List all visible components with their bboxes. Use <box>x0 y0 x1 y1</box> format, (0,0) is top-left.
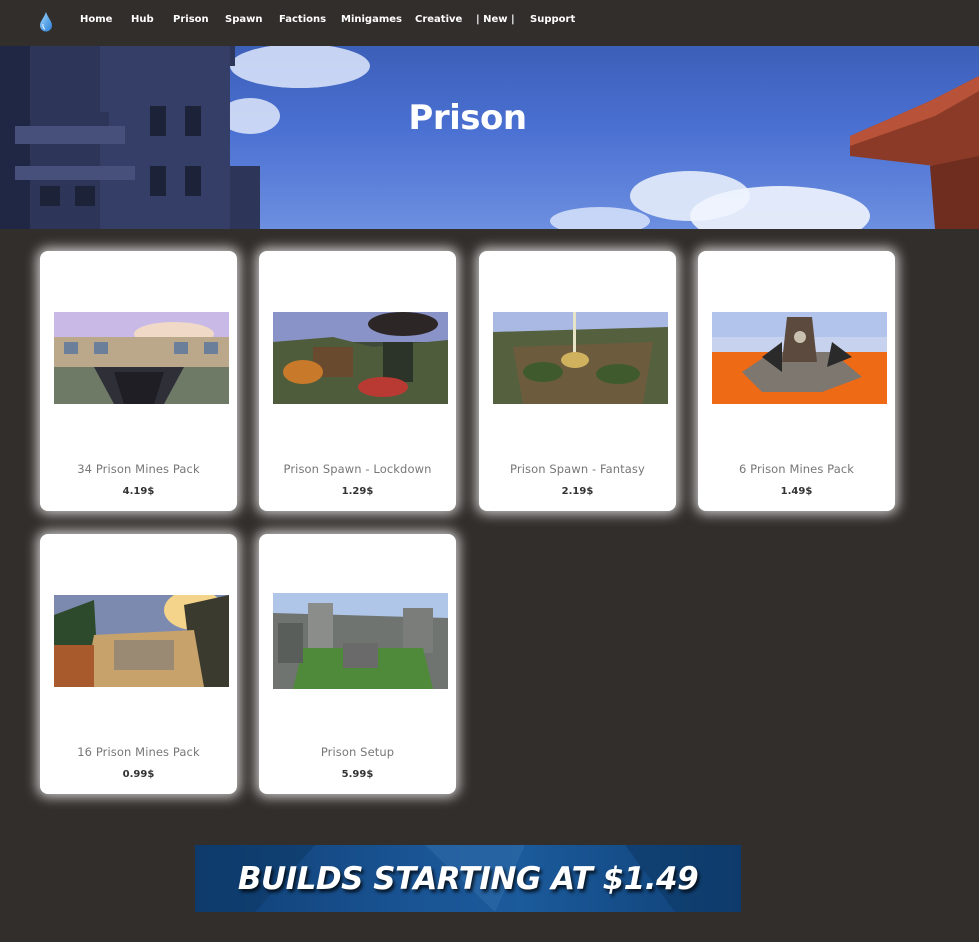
product-card[interactable]: 16 Prison Mines Pack 0.99$ <box>40 534 237 794</box>
product-card[interactable]: Prison Spawn - Fantasy 2.19$ <box>479 251 676 511</box>
product-image[interactable] <box>493 312 668 404</box>
product-title[interactable]: 6 Prison Mines Pack <box>698 462 895 476</box>
page-title: Prison <box>408 98 527 138</box>
hero-banner: Prison <box>0 46 979 229</box>
product-price: 1.29$ <box>341 486 374 497</box>
nav-minigames[interactable]: Minigames <box>341 14 402 25</box>
nav-hub[interactable]: Hub <box>131 14 154 25</box>
product-image[interactable] <box>273 593 448 689</box>
product-title[interactable]: 34 Prison Mines Pack <box>40 462 237 476</box>
product-card[interactable]: Prison Spawn - Lockdown 1.29$ <box>259 251 456 511</box>
product-image[interactable] <box>54 312 229 404</box>
product-card[interactable]: Prison Setup 5.99$ <box>259 534 456 794</box>
product-card[interactable]: 6 Prison Mines Pack 1.49$ <box>698 251 895 511</box>
product-image[interactable] <box>54 595 229 687</box>
product-price: 5.99$ <box>341 769 374 780</box>
product-title[interactable]: Prison Setup <box>259 745 456 759</box>
nav-prison[interactable]: Prison <box>173 14 209 25</box>
nav-spawn[interactable]: Spawn <box>225 14 262 25</box>
product-image[interactable] <box>273 312 448 404</box>
banner-text: BUILDS STARTING AT $1.49 <box>237 861 699 897</box>
product-title[interactable]: Prison Spawn - Lockdown <box>259 462 456 476</box>
nav-creative[interactable]: Creative <box>415 14 462 25</box>
top-nav: Home Hub Prison Spawn Factions Minigames… <box>0 0 979 46</box>
nav-factions[interactable]: Factions <box>279 14 326 25</box>
nav-support[interactable]: Support <box>530 14 575 25</box>
nav-new[interactable]: | New | <box>476 14 515 25</box>
product-price: 4.19$ <box>122 486 155 497</box>
product-image[interactable] <box>712 312 887 404</box>
product-card[interactable]: 34 Prison Mines Pack 4.19$ <box>40 251 237 511</box>
nav-home[interactable]: Home <box>80 14 112 25</box>
water-drop-icon[interactable] <box>39 12 53 32</box>
product-price: 1.49$ <box>780 486 813 497</box>
product-title[interactable]: Prison Spawn - Fantasy <box>479 462 676 476</box>
product-price: 0.99$ <box>122 769 155 780</box>
product-title[interactable]: 16 Prison Mines Pack <box>40 745 237 759</box>
promo-banner[interactable]: BUILDS STARTING AT $1.49 <box>195 845 741 912</box>
product-price: 2.19$ <box>561 486 594 497</box>
